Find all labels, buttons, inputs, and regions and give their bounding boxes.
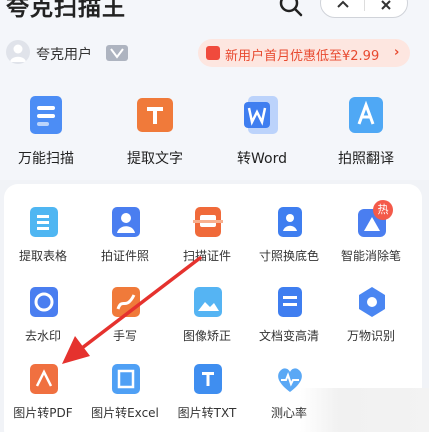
tool-image-to-txt[interactable]: 图片转TXT xyxy=(164,362,250,430)
scan-doc-icon xyxy=(30,96,62,134)
tool-label: 手写 xyxy=(112,329,137,343)
translate-icon xyxy=(349,97,383,133)
promo-text: 新用户首月优惠低至¥2.99 xyxy=(225,49,380,64)
id-photo-icon xyxy=(112,207,140,237)
chevron-right-icon: › xyxy=(394,45,400,60)
tool-eraser[interactable]: 智能消除笔 xyxy=(328,205,414,273)
promo-banner[interactable]: 新用户首月优惠低至¥2.99 › xyxy=(198,39,410,67)
hd-doc-icon xyxy=(278,287,302,317)
bg-change-icon xyxy=(278,207,302,237)
tool-recognize[interactable]: 万物识别 xyxy=(328,285,414,353)
header: 夸克扫描王 夸克用户 新用户首月优惠低至¥2.99 › 万能扫描 提取文字 转W… xyxy=(0,0,429,180)
blurred-area xyxy=(300,388,429,432)
tool-id-scan[interactable]: 扫描证件 xyxy=(164,205,250,273)
tool-label: 万物识别 xyxy=(346,329,395,343)
excel-icon xyxy=(112,364,140,394)
tool-extract-text[interactable]: 提取文字 xyxy=(115,90,195,168)
tool-label: 图像矫正 xyxy=(182,329,231,343)
user-icon xyxy=(10,44,26,62)
tool-label: 扫描证件 xyxy=(182,249,231,263)
tool-hd-doc[interactable]: 文档变高清 xyxy=(246,285,332,353)
txt-icon xyxy=(194,364,222,394)
tool-label: 图片转Excel xyxy=(91,406,159,420)
pdf-icon xyxy=(30,364,58,394)
id-scan-icon xyxy=(193,207,223,237)
tool-label: 提取表格 xyxy=(18,249,67,263)
image-correct-icon xyxy=(194,287,222,317)
tool-label: 去水印 xyxy=(24,329,61,343)
tool-image-correct[interactable]: 图像矫正 xyxy=(164,285,250,353)
hot-badge: 热 xyxy=(373,200,393,220)
tool-id-photo[interactable]: 拍证件照 xyxy=(82,205,168,273)
vip-badge-icon xyxy=(106,45,128,61)
tool-image-to-excel[interactable]: 图片转Excel xyxy=(82,362,168,430)
tool-remove-watermark[interactable]: 去水印 xyxy=(0,285,86,353)
tool-handwriting[interactable]: 手写 xyxy=(82,285,168,353)
capsule-menu xyxy=(320,0,408,18)
tool-extract-table[interactable]: 提取表格 xyxy=(0,205,86,273)
tool-label: 寸照换底色 xyxy=(258,249,319,263)
gift-icon xyxy=(206,46,220,60)
close-icon[interactable] xyxy=(378,0,394,13)
more-icon[interactable] xyxy=(335,0,351,13)
table-icon xyxy=(30,207,58,237)
avatar[interactable] xyxy=(6,40,30,64)
tool-translate[interactable]: 拍照翻译 xyxy=(326,90,406,168)
tool-scan[interactable]: 万能扫描 xyxy=(6,90,86,168)
search-icon[interactable] xyxy=(278,0,304,18)
tool-label: 文档变高清 xyxy=(258,329,319,343)
tool-to-word[interactable]: 转Word xyxy=(222,90,302,168)
tool-bg-change[interactable]: 寸照换底色 xyxy=(246,205,332,273)
tool-label: 拍证件照 xyxy=(100,249,149,263)
app-title: 夸克扫描王 xyxy=(6,0,126,21)
tool-label: 拍照翻译 xyxy=(338,151,394,167)
handwriting-icon xyxy=(112,287,140,317)
tool-label: 提取文字 xyxy=(127,151,183,167)
recognize-icon xyxy=(359,287,385,317)
tool-image-to-pdf[interactable]: 图片转PDF xyxy=(0,362,86,430)
word-icon xyxy=(244,96,278,134)
tool-label: 图片转TXT xyxy=(177,406,237,420)
watermark-icon xyxy=(30,287,58,317)
tool-label: 万能扫描 xyxy=(18,151,74,167)
tool-label: 图片转PDF xyxy=(13,406,73,420)
tool-label: 智能消除笔 xyxy=(340,249,401,263)
user-name[interactable]: 夸克用户 xyxy=(36,44,92,64)
capsule-divider xyxy=(364,0,365,11)
tool-label: 转Word xyxy=(237,151,287,167)
text-extract-icon xyxy=(137,98,173,132)
